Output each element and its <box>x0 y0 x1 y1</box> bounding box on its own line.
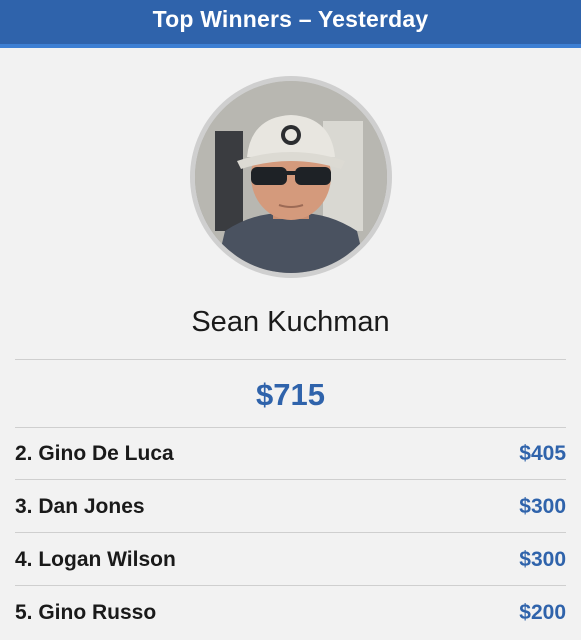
list-item: 4. Logan Wilson $300 <box>15 534 566 586</box>
winner-amount: $300 <box>519 547 566 571</box>
profile-photo <box>195 81 387 273</box>
list-item: 3. Dan Jones $300 <box>15 481 566 533</box>
winner-name: 5. Gino Russo <box>15 601 157 624</box>
divider <box>15 359 566 360</box>
list-item: 2. Gino De Luca $405 <box>15 428 566 480</box>
person-photo-icon <box>195 81 387 273</box>
winner-amount: $405 <box>519 441 566 465</box>
winner-amount: $200 <box>519 601 566 624</box>
page-title: Top Winners – Yesterday <box>152 5 429 32</box>
top-winner-amount: $715 <box>256 377 325 412</box>
list-item: 5. Gino Russo $200 <box>15 587 566 639</box>
winner-amount: $300 <box>519 494 566 518</box>
header-bar: Top Winners – Yesterday <box>0 0 581 48</box>
avatar <box>190 76 392 278</box>
top-winner-name: Sean Kuchman <box>191 306 390 338</box>
winner-name: 2. Gino De Luca <box>15 441 174 465</box>
winner-name: 3. Dan Jones <box>15 494 145 518</box>
winner-name: 4. Logan Wilson <box>15 547 176 571</box>
